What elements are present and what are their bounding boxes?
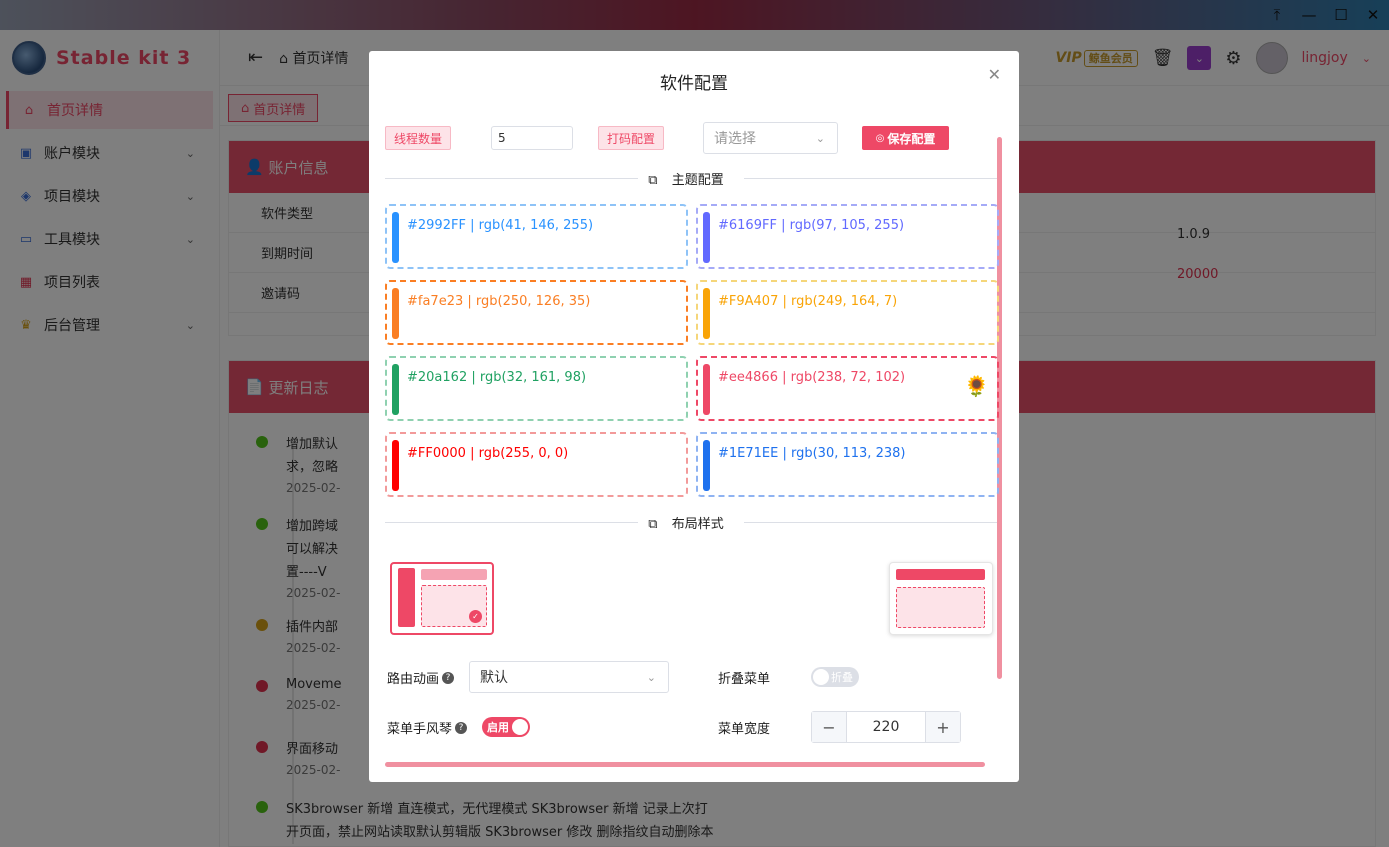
layout-option-horizontal[interactable] (889, 562, 993, 635)
theme-label: #6169FF | rgb(97, 105, 255) (718, 218, 905, 233)
horizontal-scrollbar[interactable] (385, 762, 985, 767)
layout-header-preview (421, 569, 487, 580)
route-anim-text: 路由动画 (387, 672, 440, 687)
collapse-menu-switch[interactable]: 折叠 (811, 667, 859, 687)
theme-option-6169FF[interactable]: #6169FF | rgb(97, 105, 255) (696, 204, 999, 269)
theme-section-title: 主题配置 (661, 173, 734, 188)
save-config-button[interactable]: ◎ 保存配置 (862, 126, 949, 150)
help-icon[interactable]: ? (455, 721, 468, 734)
layout-header-preview (896, 569, 985, 580)
save-button-label: 保存配置 (887, 131, 936, 146)
layout-divider: ⧉ 布局样式 (385, 517, 997, 532)
theme-option-ee4866[interactable]: #ee4866 | rgb(238, 72, 102) 🌻 (696, 356, 999, 421)
thread-count-label: 线程数量 (385, 126, 452, 150)
theme-label: #1E71EE | rgb(30, 113, 238) (718, 446, 906, 461)
check-icon: ✓ (469, 610, 482, 623)
theme-label: #20a162 | rgb(32, 161, 98) (407, 370, 587, 385)
theme-label: #F9A407 | rgb(249, 164, 7) (718, 294, 898, 309)
layout-sidebar-preview (398, 568, 415, 627)
theme-label: #fa7e23 | rgb(250, 126, 35) (407, 294, 591, 309)
color-swatch (392, 288, 399, 339)
layout-section-title: 布局样式 (661, 517, 734, 532)
switch-text: 折叠 (831, 671, 853, 684)
switch-knob (813, 669, 829, 685)
theme-option-20a162[interactable]: #20a162 | rgb(32, 161, 98) (385, 356, 688, 421)
theme-option-fa7e23[interactable]: #fa7e23 | rgb(250, 126, 35) (385, 280, 688, 345)
theme-option-FF0000[interactable]: #FF0000 | rgb(255, 0, 0) (385, 432, 688, 497)
color-swatch (703, 440, 710, 491)
color-swatch (392, 364, 399, 415)
theme-option-2992FF[interactable]: #2992FF | rgb(41, 146, 255) (385, 204, 688, 269)
accordion-label: 菜单手风琴? (387, 718, 468, 737)
collapse-menu-label: 折叠菜单 (718, 672, 771, 687)
save-icon: ◎ (875, 132, 885, 144)
divider-label: ⧉ 布局样式 (638, 517, 744, 532)
theme-divider: ⧉ 主题配置 (385, 173, 997, 188)
chevron-down-icon: ⌄ (815, 131, 825, 145)
layout-content-preview (896, 587, 985, 628)
theme-option-1E71EE[interactable]: #1E71EE | rgb(30, 113, 238) (696, 432, 999, 497)
theme-label: #2992FF | rgb(41, 146, 255) (407, 218, 594, 233)
chevron-down-icon: ⌄ (646, 670, 656, 684)
menu-width-stepper: − 220 + (811, 711, 961, 743)
divider-label: ⧉ 主题配置 (638, 173, 744, 188)
color-swatch (392, 440, 399, 491)
color-swatch (392, 212, 399, 263)
route-anim-select[interactable]: 默认 ⌄ (469, 661, 669, 693)
theme-label: #ee4866 | rgb(238, 72, 102) (718, 370, 906, 385)
layout-option-vertical[interactable]: ✓ (390, 562, 494, 635)
captcha-select[interactable]: 请选择 ⌄ (703, 122, 838, 154)
menu-width-input[interactable]: 220 (846, 712, 926, 742)
help-icon[interactable]: ? (442, 671, 455, 684)
switch-text: 启用 (487, 721, 509, 734)
accordion-text: 菜单手风琴 (387, 722, 453, 737)
captcha-config-label: 打码配置 (598, 126, 665, 150)
route-anim-label: 路由动画? (387, 668, 455, 687)
color-swatch (703, 212, 710, 263)
color-swatch (703, 364, 710, 415)
theme-option-F9A407[interactable]: #F9A407 | rgb(249, 164, 7) (696, 280, 999, 345)
captcha-placeholder: 请选择 (714, 131, 756, 147)
close-icon[interactable]: ✕ (988, 65, 1001, 84)
dialog-title: 软件配置 (660, 74, 728, 94)
switch-knob (512, 719, 528, 735)
increment-button[interactable]: + (926, 712, 960, 742)
menu-width-label: 菜单宽度 (718, 722, 771, 737)
thread-count-input[interactable]: 5 (491, 126, 573, 150)
decrement-button[interactable]: − (812, 712, 846, 742)
route-anim-value: 默认 (480, 670, 508, 686)
accordion-switch[interactable]: 启用 (482, 717, 530, 737)
color-swatch (703, 288, 710, 339)
sunflower-icon: 🌻 (964, 374, 989, 398)
settings-dialog: 软件配置 ✕ 线程数量 5 打码配置 请选择 ⌄ ◎ 保存配置 ⧉ 主题配置 #… (369, 51, 1019, 782)
theme-label: #FF0000 | rgb(255, 0, 0) (407, 446, 569, 461)
